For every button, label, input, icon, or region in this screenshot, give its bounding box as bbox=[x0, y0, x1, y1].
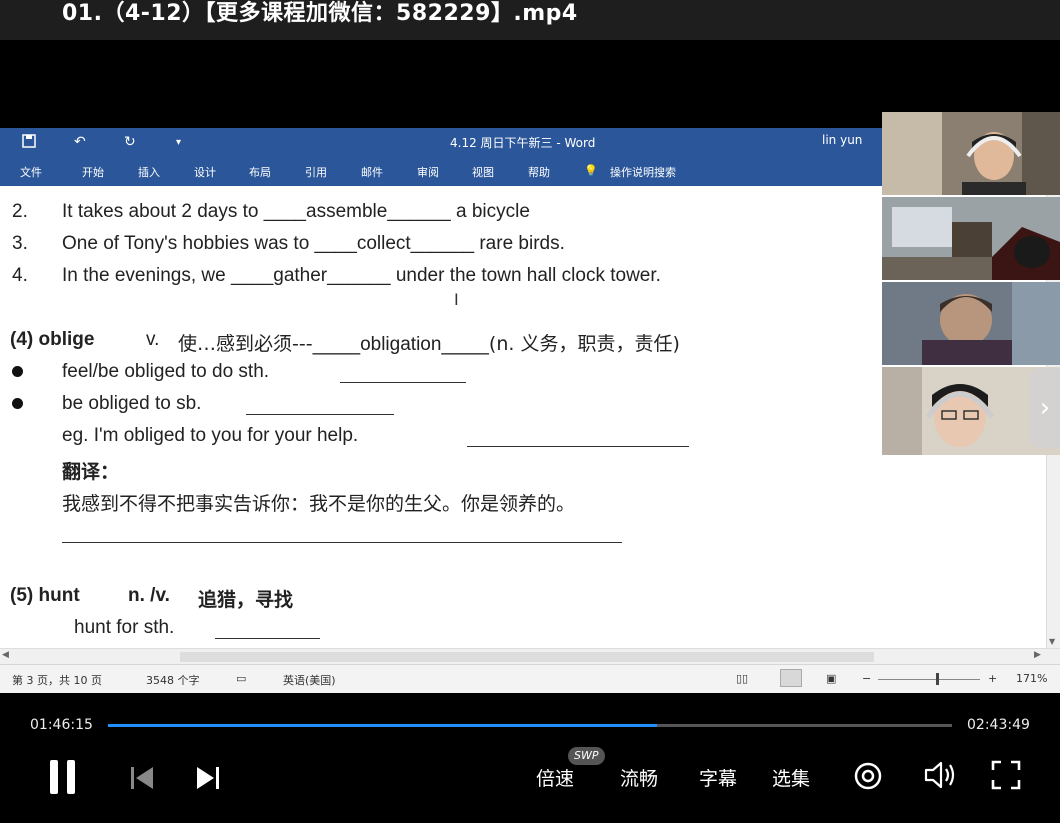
scroll-right-icon[interactable]: ▶ bbox=[1034, 650, 1041, 660]
tab-help[interactable]: 帮助 bbox=[528, 164, 550, 180]
participant-video[interactable] bbox=[882, 282, 1060, 365]
settings-icon[interactable] bbox=[853, 761, 883, 795]
proofing-icon[interactable]: ▭ bbox=[236, 672, 246, 685]
tab-review[interactable]: 审阅 bbox=[417, 164, 439, 180]
translate-label: 翻译： bbox=[62, 461, 120, 483]
zoom-slider[interactable] bbox=[878, 679, 980, 680]
scroll-thumb[interactable] bbox=[180, 652, 874, 662]
tab-references[interactable]: 引用 bbox=[305, 164, 327, 180]
blank-line bbox=[62, 542, 622, 543]
customize-qat-icon[interactable]: ▾ bbox=[176, 137, 181, 148]
tab-design[interactable]: 设计 bbox=[194, 164, 216, 180]
participant-video[interactable] bbox=[882, 112, 1060, 195]
word-status-bar: 第 3 页，共 10 页 3548 个字 ▭ 英语(美国) ▯▯ ▣ − + 1… bbox=[0, 664, 1060, 694]
page-count[interactable]: 第 3 页，共 10 页 bbox=[12, 672, 102, 688]
tell-me-search[interactable]: 操作说明搜索 bbox=[610, 164, 676, 180]
save-icon[interactable] bbox=[22, 134, 36, 152]
bullet-icon bbox=[12, 398, 23, 409]
pause-icon[interactable] bbox=[50, 760, 76, 798]
total-time: 02:43:49 bbox=[967, 717, 1030, 733]
tab-mailings[interactable]: 邮件 bbox=[361, 164, 383, 180]
progress-fill bbox=[108, 724, 657, 727]
ribbon-tabs: 文件 开始 插入 设计 布局 引用 邮件 审阅 视图 帮助 💡 操作说明搜索 bbox=[0, 164, 882, 186]
tab-layout[interactable]: 布局 bbox=[249, 164, 271, 180]
text-cursor-icon: I bbox=[454, 290, 459, 309]
tab-file[interactable]: 文件 bbox=[20, 164, 42, 180]
blank-line bbox=[467, 446, 689, 447]
word-count[interactable]: 3548 个字 bbox=[146, 672, 200, 688]
user-name[interactable]: lin yun bbox=[822, 133, 862, 147]
video-title-bar: 01.（4-12）【更多课程加微信：582229】.mp4 bbox=[0, 0, 1060, 40]
print-layout-icon[interactable] bbox=[780, 669, 802, 687]
language[interactable]: 英语(美国) bbox=[283, 672, 336, 688]
tab-insert[interactable]: 插入 bbox=[138, 164, 160, 180]
tab-view[interactable]: 视图 bbox=[472, 164, 494, 180]
fullscreen-icon[interactable] bbox=[991, 760, 1021, 794]
zoom-slider-handle[interactable] bbox=[936, 673, 939, 685]
oblige-bullet-1: feel/be obliged to do sth. bbox=[62, 361, 270, 382]
zoom-out-icon[interactable]: − bbox=[862, 672, 871, 685]
oblige-bullet-2: be obliged to sb. bbox=[62, 393, 202, 414]
blank-line bbox=[246, 414, 394, 415]
zoom-in-icon[interactable]: + bbox=[988, 672, 997, 685]
read-mode-icon[interactable]: ▯▯ bbox=[736, 672, 748, 685]
zoom-level[interactable]: 171% bbox=[1016, 672, 1047, 685]
chevron-right-icon[interactable]: › bbox=[1030, 368, 1060, 448]
blank-line bbox=[340, 382, 466, 383]
horizontal-scrollbar[interactable]: ◀ ▶ bbox=[0, 648, 1060, 665]
volume-icon[interactable] bbox=[923, 760, 957, 794]
quality-button[interactable]: 流畅 bbox=[620, 764, 658, 791]
translate-text: 我感到不得不把事实告诉你：我不是你的生父。你是领养的。 bbox=[62, 493, 576, 515]
player-controls: 01:46:15 02:43:49 SWP 倍速 流畅 字幕 选集 bbox=[0, 693, 1060, 823]
current-time: 01:46:15 bbox=[30, 717, 93, 733]
hunt-line: hunt for sth. bbox=[74, 617, 175, 638]
next-icon[interactable] bbox=[197, 767, 219, 793]
participant-video[interactable] bbox=[882, 197, 1060, 280]
web-layout-icon[interactable]: ▣ bbox=[826, 672, 836, 685]
scroll-down-icon[interactable]: ▼ bbox=[1049, 637, 1055, 646]
video-title: 01.（4-12）【更多课程加微信：582229】.mp4 bbox=[62, 1, 578, 26]
lightbulb-icon: 💡 bbox=[584, 164, 598, 177]
episodes-button[interactable]: 选集 bbox=[772, 764, 810, 791]
progress-bar[interactable] bbox=[108, 724, 952, 727]
subtitle-button[interactable]: 字幕 bbox=[699, 764, 737, 791]
tab-home[interactable]: 开始 bbox=[82, 164, 104, 180]
doc-title: 4.12 周日下午新三 - Word bbox=[450, 136, 596, 150]
scroll-left-icon[interactable]: ◀ bbox=[2, 650, 9, 660]
swp-badge: SWP bbox=[568, 747, 605, 765]
previous-icon[interactable] bbox=[131, 767, 153, 793]
speed-button[interactable]: 倍速 bbox=[536, 764, 574, 791]
redo-icon[interactable]: ↻ bbox=[124, 134, 136, 150]
blank-line bbox=[215, 638, 320, 639]
word-ribbon: ↶ ↻ ▾ 4.12 周日下午新三 - Word lin yun 文件 开始 插… bbox=[0, 128, 882, 186]
oblige-example: eg. I'm obliged to you for your help. bbox=[62, 425, 359, 446]
bullet-icon bbox=[12, 366, 23, 377]
undo-icon[interactable]: ↶ bbox=[74, 134, 86, 150]
